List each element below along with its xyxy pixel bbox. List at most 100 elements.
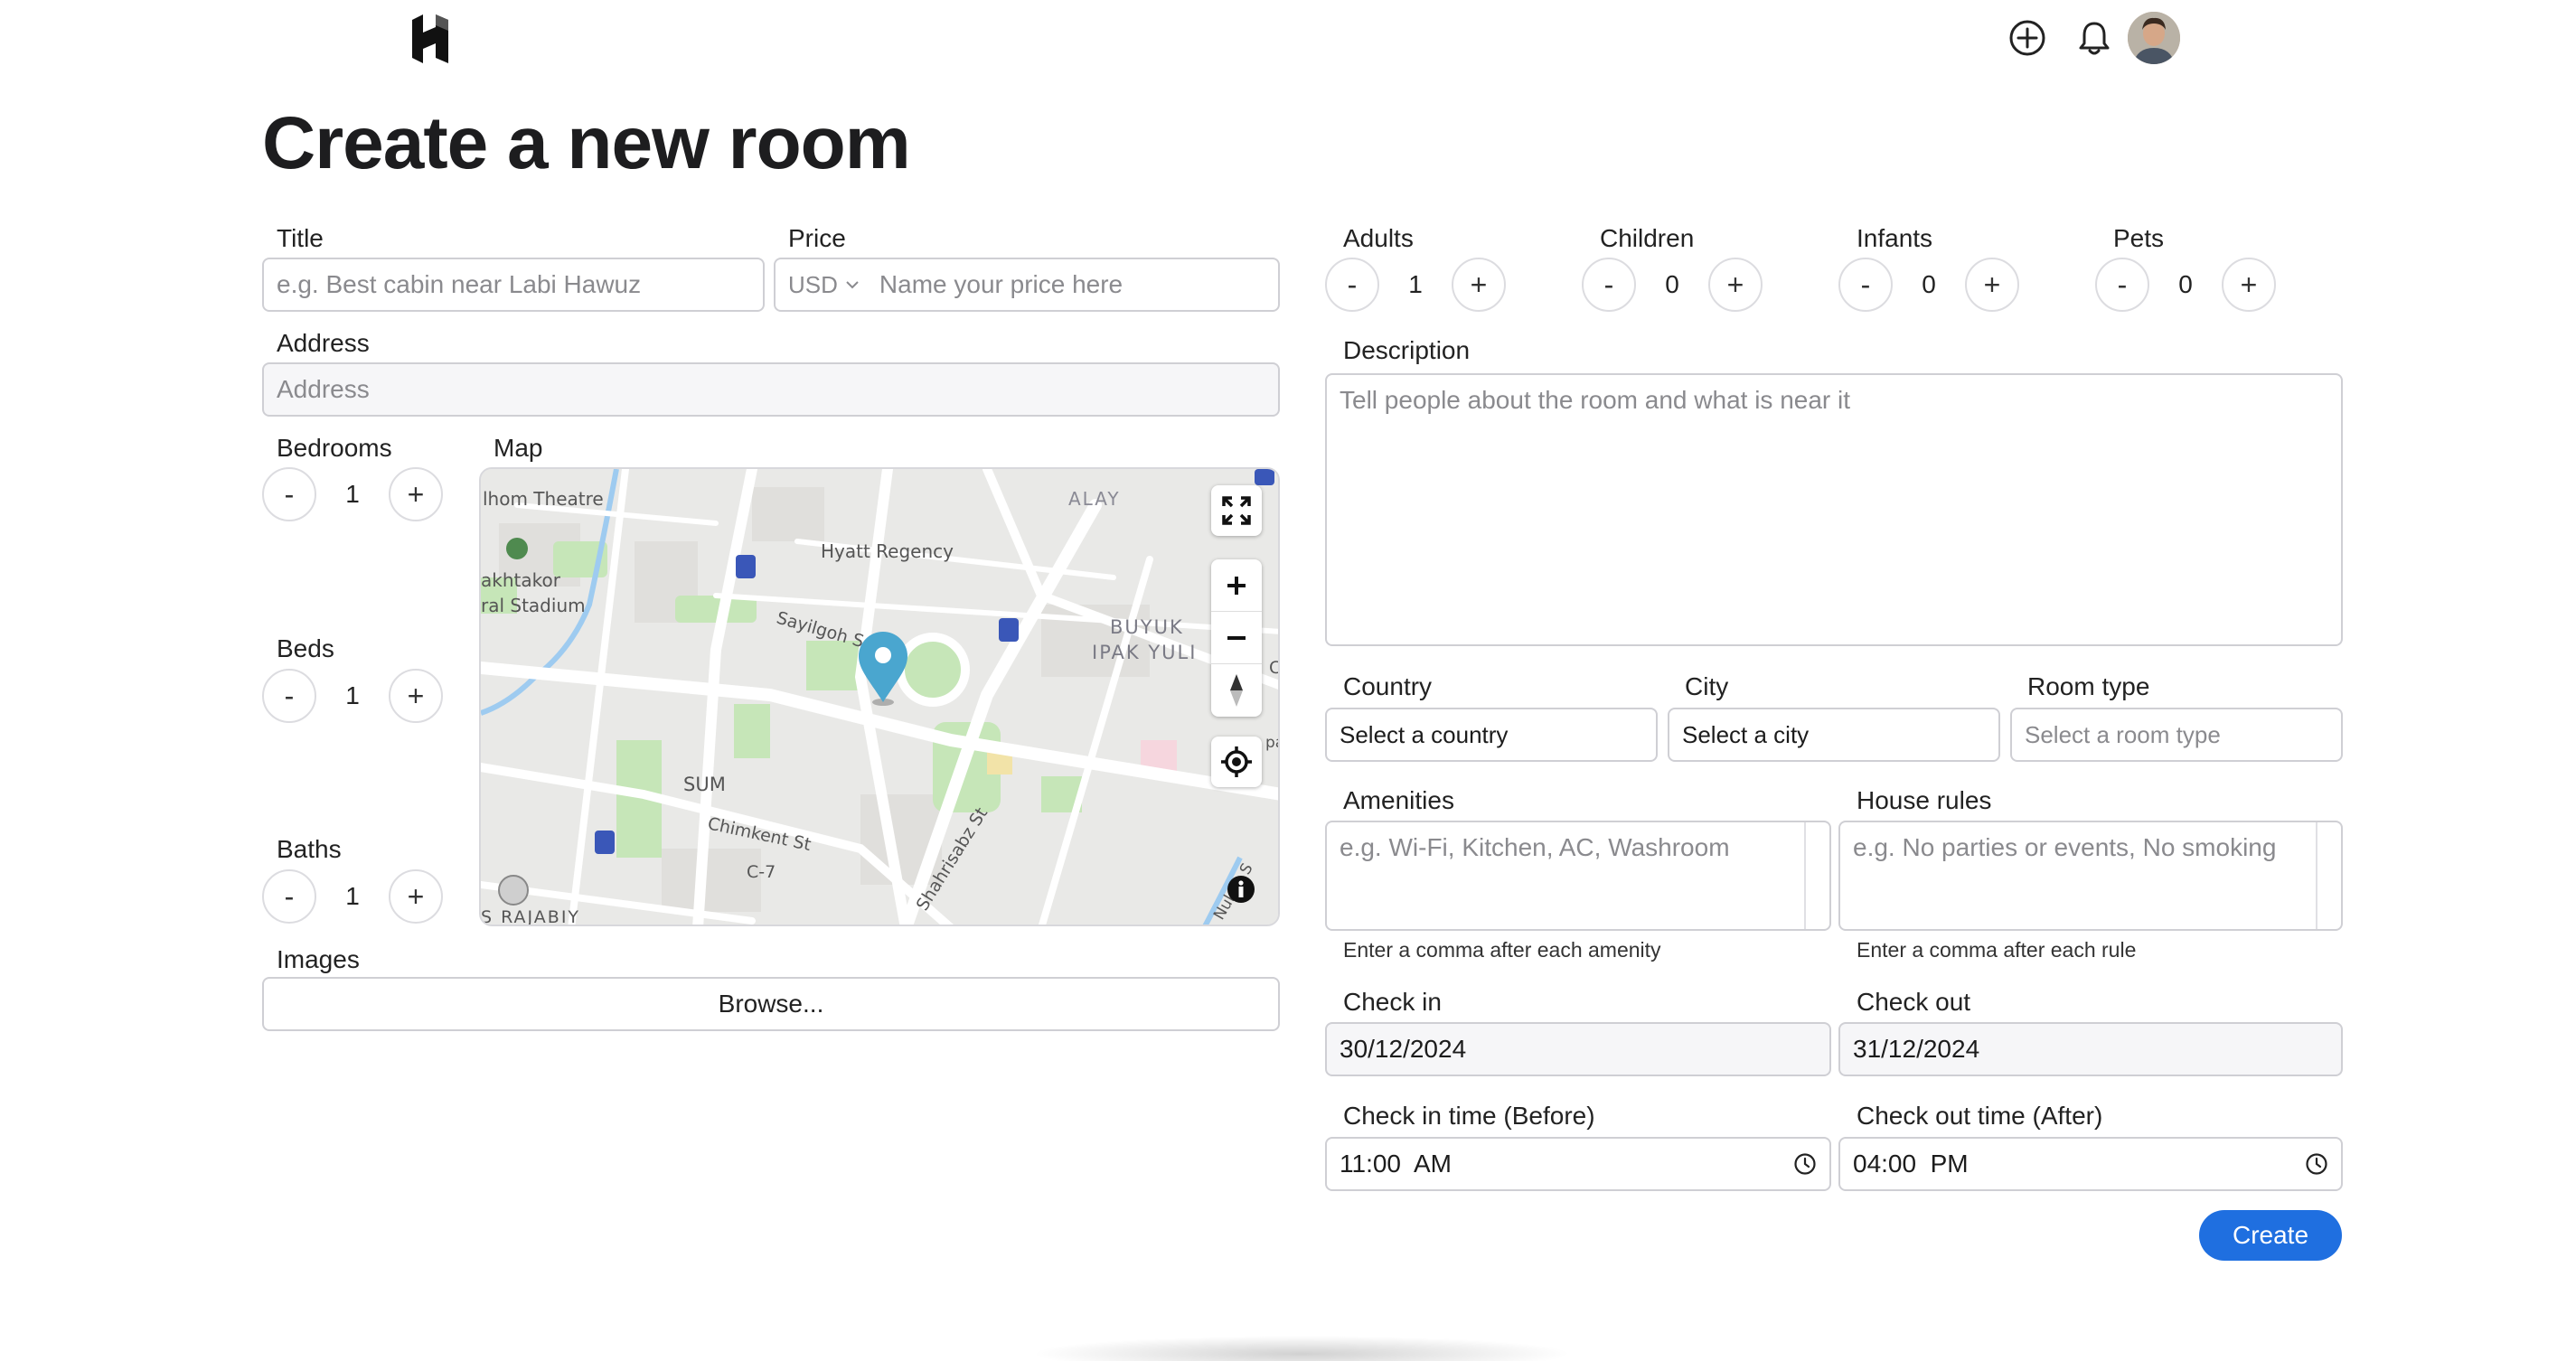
check-out-time-input[interactable]: 04:00 PM — [1838, 1137, 2343, 1191]
browse-images-button[interactable]: Browse... — [262, 977, 1280, 1031]
city-select[interactable]: Select a city — [1668, 708, 2000, 762]
bedrooms-decrement-button[interactable]: - — [262, 467, 316, 521]
fullscreen-button[interactable] — [1211, 485, 1262, 536]
check-out-label: Check out — [1857, 988, 1971, 1016]
map-label-rajabiy: S RAJABIY — [481, 907, 580, 926]
country-select[interactable]: Select a country — [1325, 708, 1658, 762]
house-rules-scrollbar[interactable] — [2316, 822, 2341, 929]
house-rules-label: House rules — [1857, 786, 1992, 814]
children-stepper: - 0 + — [1582, 258, 1763, 312]
room-type-select[interactable]: Select a room type — [2010, 708, 2343, 762]
country-value: Select a country — [1340, 720, 1509, 748]
infants-label: Infants — [1857, 224, 1933, 252]
user-avatar[interactable] — [2128, 12, 2180, 64]
plus-circle-icon — [2009, 20, 2045, 56]
room-type-value: Select a room type — [2025, 720, 2221, 748]
bedrooms-value: 1 — [345, 480, 360, 508]
house-rules-textarea[interactable]: e.g. No parties or events, No smoking — [1838, 821, 2343, 931]
beds-label: Beds — [277, 634, 334, 662]
add-listing-button[interactable] — [2007, 17, 2048, 59]
description-placeholder: Tell people about the room and what is n… — [1340, 386, 1851, 414]
baths-stepper: - 1 + — [262, 869, 443, 924]
plus-icon — [1227, 576, 1246, 595]
compass-button[interactable] — [1211, 664, 1262, 717]
check-out-time-value: 04:00 PM — [1853, 1150, 1969, 1178]
address-placeholder: Address — [277, 375, 370, 403]
adults-increment-button[interactable]: + — [1452, 258, 1506, 312]
address-input[interactable]: Address — [262, 362, 1280, 417]
amenities-scrollbar[interactable] — [1804, 822, 1829, 929]
bell-icon — [2079, 22, 2110, 55]
map-label-c7: C-7 — [747, 862, 776, 882]
app-logo[interactable] — [409, 13, 452, 65]
title-placeholder: e.g. Best cabin near Labi Hawuz — [277, 270, 642, 298]
map-info-button[interactable] — [1227, 876, 1255, 903]
beds-increment-button[interactable]: + — [389, 669, 443, 723]
bedrooms-stepper: - 1 + — [262, 467, 443, 521]
pets-label: Pets — [2113, 224, 2165, 252]
currency-select[interactable]: USD — [788, 271, 860, 299]
clock-icon[interactable] — [1793, 1152, 1817, 1176]
zoom-out-button[interactable] — [1211, 612, 1262, 664]
house-rules-placeholder: e.g. No parties or events, No smoking — [1853, 833, 2277, 861]
crosshair-icon — [1221, 746, 1252, 777]
adults-decrement-button[interactable]: - — [1325, 258, 1379, 312]
amenities-hint: Enter a comma after each amenity — [1343, 938, 1661, 962]
pets-decrement-button[interactable]: - — [2095, 258, 2149, 312]
infants-increment-button[interactable]: + — [1965, 258, 2019, 312]
map-label-stadium-1: akhtakor — [481, 569, 561, 591]
adults-label: Adults — [1343, 224, 1414, 252]
beds-value: 1 — [345, 681, 360, 709]
map-label-sum: SUM — [683, 774, 726, 795]
map-label-theatre: lhom Theatre — [483, 488, 604, 510]
baths-value: 1 — [345, 882, 360, 910]
amenities-placeholder: e.g. Wi-Fi, Kitchen, AC, Washroom — [1340, 833, 1730, 861]
price-input[interactable]: USD Name your price here — [774, 258, 1280, 312]
notifications-button[interactable] — [2073, 17, 2115, 59]
check-out-date-input[interactable]: 31/12/2024 — [1838, 1022, 2343, 1076]
minus-icon — [1227, 635, 1246, 640]
fullscreen-icon — [1222, 496, 1251, 525]
check-in-date-input[interactable]: 30/12/2024 — [1325, 1022, 1831, 1076]
clock-icon[interactable] — [2305, 1152, 2328, 1176]
baths-increment-button[interactable]: + — [389, 869, 443, 924]
logo-icon — [412, 14, 448, 63]
baths-decrement-button[interactable]: - — [262, 869, 316, 924]
avatar-image-icon — [2128, 12, 2180, 64]
children-increment-button[interactable]: + — [1708, 258, 1763, 312]
beds-stepper: - 1 + — [262, 669, 443, 723]
check-in-time-label: Check in time (Before) — [1343, 1102, 1595, 1130]
pets-increment-button[interactable]: + — [2222, 258, 2276, 312]
description-textarea[interactable]: Tell people about the room and what is n… — [1325, 373, 2343, 646]
amenities-textarea[interactable]: e.g. Wi-Fi, Kitchen, AC, Washroom — [1325, 821, 1831, 931]
pets-stepper: - 0 + — [2095, 258, 2276, 312]
children-label: Children — [1600, 224, 1695, 252]
infants-decrement-button[interactable]: - — [1838, 258, 1893, 312]
country-label: Country — [1343, 672, 1433, 700]
bedrooms-increment-button[interactable]: + — [389, 467, 443, 521]
city-value: Select a city — [1682, 720, 1810, 748]
location-map[interactable]: lhom Theatre ALAY Hyatt Regency akhtakor… — [479, 467, 1280, 926]
children-decrement-button[interactable]: - — [1582, 258, 1636, 312]
map-label-buyuk-2: IPAK YULI — [1092, 642, 1197, 663]
infants-stepper: - 0 + — [1838, 258, 2019, 312]
description-label: Description — [1343, 336, 1471, 364]
baths-label: Baths — [277, 835, 342, 863]
zoom-in-button[interactable] — [1211, 559, 1262, 612]
bottom-shadow — [1030, 1336, 1573, 1361]
check-in-time-input[interactable]: 11:00 AM — [1325, 1137, 1831, 1191]
adults-value: 1 — [1408, 270, 1423, 298]
title-input[interactable]: e.g. Best cabin near Labi Hawuz — [262, 258, 765, 312]
locate-me-button[interactable] — [1211, 737, 1262, 787]
map-label-hyatt: Hyatt Regency — [821, 540, 954, 562]
map-label-c-edge: C — [1269, 658, 1280, 678]
check-in-value: 30/12/2024 — [1340, 1035, 1467, 1063]
address-label: Address — [277, 329, 370, 357]
map-label-buyuk-1: BUYUK — [1110, 616, 1184, 638]
check-out-time-label: Check out time (After) — [1857, 1102, 2103, 1130]
create-button[interactable]: Create — [2199, 1210, 2342, 1261]
map-canvas[interactable]: lhom Theatre ALAY Hyatt Regency akhtakor… — [481, 469, 1280, 926]
beds-decrement-button[interactable]: - — [262, 669, 316, 723]
price-label: Price — [788, 224, 846, 252]
info-icon — [1238, 880, 1244, 897]
